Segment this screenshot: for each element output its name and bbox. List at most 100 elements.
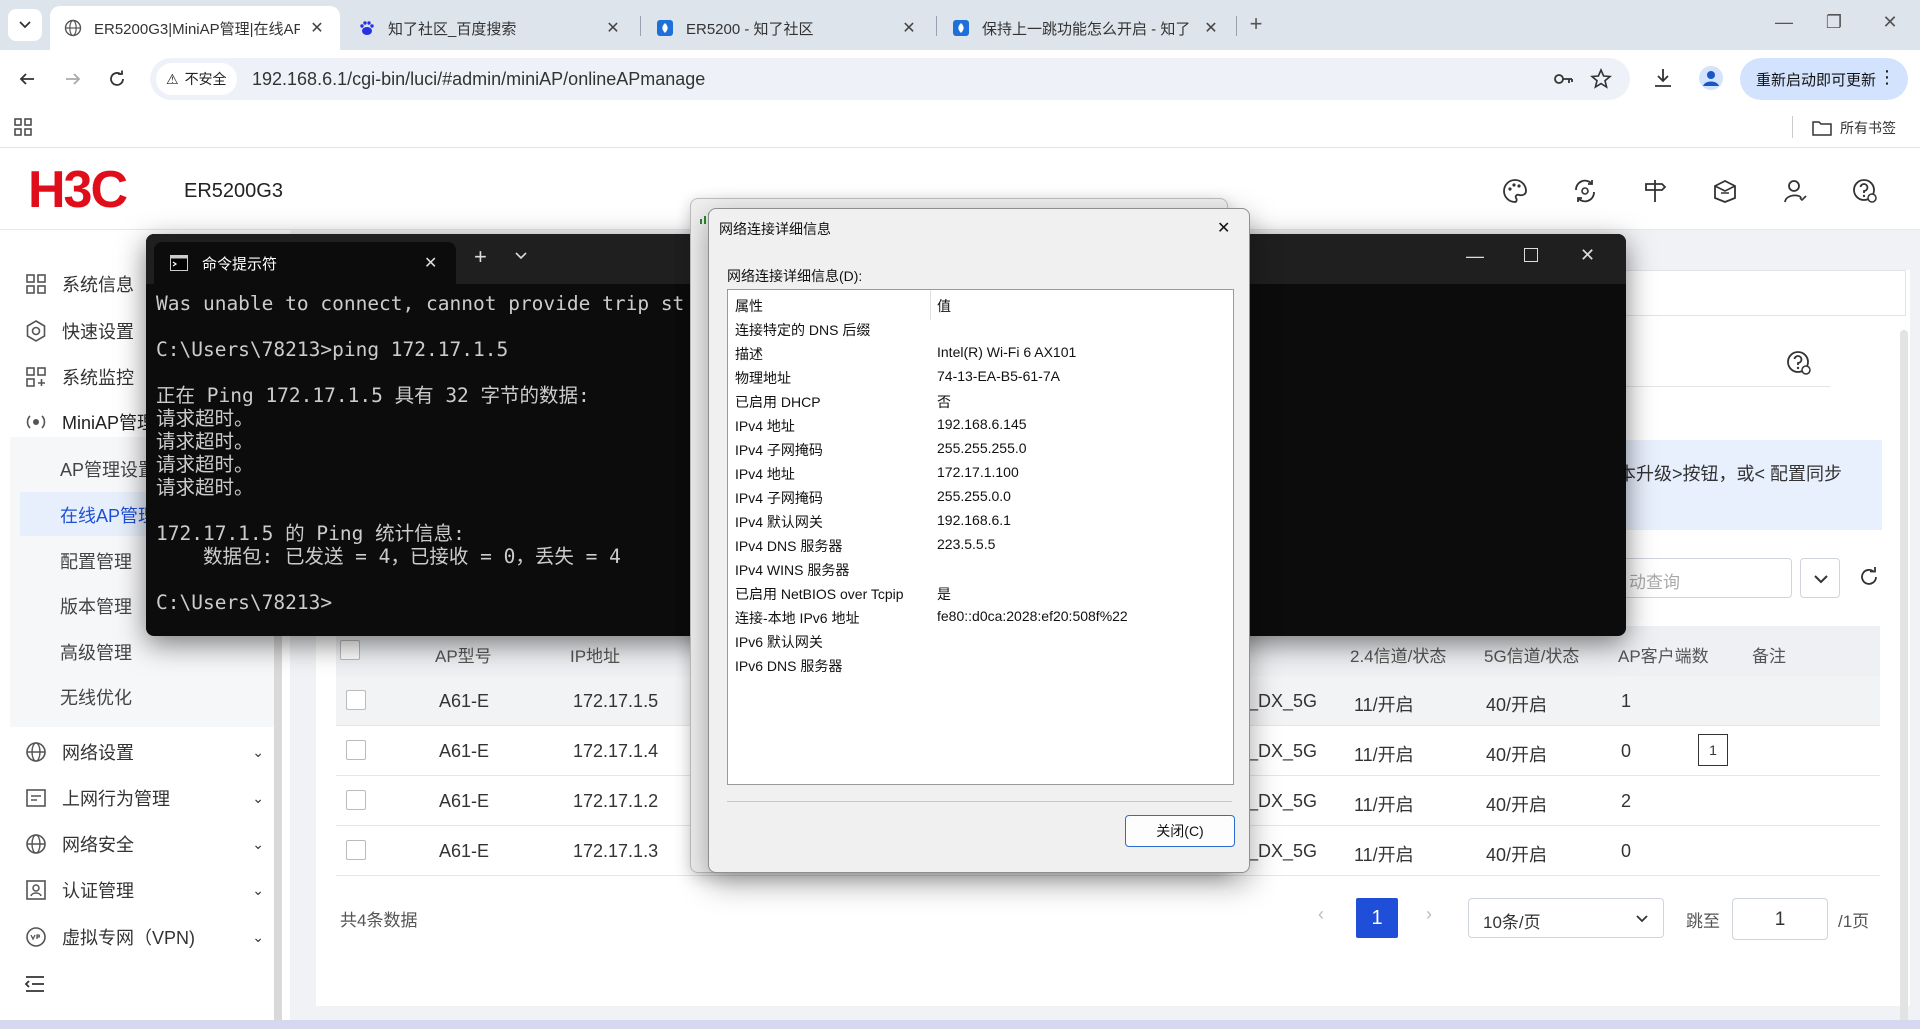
package-icon[interactable] — [1712, 178, 1738, 204]
notice-text: 本升级>按钮，或< 配置同步 — [1618, 464, 1843, 484]
chevron-down-icon: ⌄ — [252, 789, 264, 806]
cmd-output[interactable]: Was unable to connect, cannot provide tr… — [156, 292, 684, 614]
browser-tab[interactable]: 知了社区_百度搜索 ✕ — [344, 6, 636, 50]
detail-value: 172.17.1.100 — [937, 464, 1019, 480]
close-icon[interactable]: ✕ — [900, 18, 918, 38]
restore-icon[interactable]: ❐ — [1814, 12, 1854, 33]
page-size-select[interactable]: 10条/页 — [1468, 898, 1664, 938]
back-icon[interactable] — [14, 66, 40, 92]
sidebar-item-network[interactable]: 网络设置 ⌄ — [24, 732, 264, 772]
network-details-dialog[interactable]: 网络连接详细信息 ✕ 网络连接详细信息(D): 属性 值 连接特定的 DNS 后… — [708, 208, 1250, 873]
terminal-icon — [170, 255, 188, 271]
cell-clients: 0 — [1621, 841, 1632, 861]
cell-clients: 1 — [1621, 691, 1632, 711]
jump-page-input[interactable]: 1 — [1732, 898, 1828, 940]
submenu-item-online-ap[interactable]: 在线AP管理 — [60, 502, 156, 528]
column-value[interactable]: 值 — [937, 296, 951, 316]
cmd-tab[interactable]: 命令提示符 ✕ — [154, 242, 456, 284]
user-icon[interactable] — [1782, 178, 1808, 204]
update-button[interactable]: 重新启动即可更新 ⋮ — [1740, 58, 1908, 100]
detail-property: 连接特定的 DNS 后缀 — [735, 322, 871, 338]
sidebar-item-vpn[interactable]: 虚拟专网（VPN) ⌄ — [24, 917, 264, 957]
forward-icon[interactable] — [60, 66, 86, 92]
apps-grid-icon[interactable] — [14, 118, 32, 136]
all-bookmarks[interactable]: 所有书签 — [1812, 118, 1896, 138]
submenu-item-wireless-opt[interactable]: 无线优化 — [60, 684, 132, 710]
search-input[interactable]: 动查询 — [1616, 558, 1792, 598]
help-icon[interactable] — [1852, 178, 1878, 204]
close-icon[interactable]: ✕ — [1217, 218, 1230, 238]
close-button[interactable]: 关闭(C) — [1125, 815, 1235, 847]
password-key-icon[interactable] — [1552, 68, 1574, 90]
chevron-down-icon[interactable] — [514, 249, 528, 263]
col-ip: IP地址 — [570, 647, 621, 666]
close-icon[interactable]: ✕ — [604, 18, 622, 38]
sidebar-item-security[interactable]: 网络安全 ⌄ — [24, 824, 264, 864]
browser-tab-active[interactable]: ER5200G3|MiniAP管理|在线AP ✕ — [50, 6, 340, 50]
submenu-item-ap-settings[interactable]: AP管理设置 — [60, 456, 156, 482]
bookmarks-label: 所有书签 — [1840, 120, 1896, 136]
new-tab-icon[interactable]: + — [474, 244, 487, 270]
column-property[interactable]: 属性 — [735, 296, 763, 316]
detail-property: IPv4 子网掩码 — [735, 442, 823, 458]
browser-tab[interactable]: 保持上一跳功能怎么开启 - 知了 ✕ — [938, 6, 1234, 50]
detail-value: 223.5.5.5 — [937, 536, 996, 552]
row-checkbox[interactable] — [346, 690, 366, 710]
palette-icon[interactable] — [1502, 178, 1528, 204]
tab-search-button[interactable] — [8, 9, 42, 41]
cell-24g: 11/开启 — [1354, 845, 1414, 865]
row-checkbox[interactable] — [346, 740, 366, 760]
row-checkbox[interactable] — [346, 790, 366, 810]
close-window-icon[interactable]: ✕ — [1870, 12, 1910, 33]
new-tab-button[interactable]: + — [1236, 11, 1276, 37]
cell-ssid: r_DX_5G — [1242, 691, 1318, 711]
details-list[interactable]: 属性 值 连接特定的 DNS 后缀 描述 Intel(R) Wi-Fi 6 AX10… — [727, 289, 1234, 785]
profile-icon[interactable] — [1698, 65, 1724, 91]
tab-title: ER5200G3|MiniAP管理|在线AP — [94, 20, 300, 38]
submenu-item-version[interactable]: 版本管理 — [60, 593, 132, 619]
submenu-item-advanced[interactable]: 高级管理 — [60, 639, 132, 665]
main-scrollbar[interactable] — [1900, 330, 1908, 1029]
warning-icon: ⚠ — [166, 70, 179, 87]
minimize-icon[interactable]: — — [1764, 12, 1804, 33]
cmd-line — [156, 361, 684, 384]
close-window-icon[interactable]: ✕ — [1580, 245, 1595, 266]
browser-tab[interactable]: ER5200 - 知了社区 ✕ — [642, 6, 932, 50]
star-icon[interactable] — [1590, 68, 1612, 90]
cmd-line: 请求超时。 — [156, 430, 254, 453]
vpn-icon — [26, 927, 46, 947]
reload-icon[interactable] — [104, 66, 130, 92]
cmd-line: 请求超时。 — [156, 407, 254, 430]
cell-model: A61-E — [439, 841, 490, 861]
note-tooltip-box: 1 — [1698, 734, 1728, 766]
sidebar-item-auth[interactable]: 认证管理 ⌄ — [24, 870, 264, 910]
page-button-current[interactable]: 1 — [1356, 898, 1398, 938]
bookmarks-bar: 所有书签 — [0, 108, 1920, 148]
cell-model: A61-E — [439, 741, 490, 761]
cell-5g: 40/开启 — [1486, 845, 1548, 865]
help-icon[interactable] — [1786, 350, 1812, 376]
select-all-checkbox[interactable] — [340, 640, 360, 660]
dialog-separator — [727, 801, 1232, 802]
submenu-item-config[interactable]: 配置管理 — [60, 548, 132, 574]
maximize-icon[interactable] — [1524, 248, 1538, 262]
close-icon[interactable]: ✕ — [1202, 18, 1220, 38]
close-icon[interactable]: ✕ — [424, 253, 437, 273]
page-size-value: 10条/页 — [1483, 913, 1541, 932]
detail-property: IPv4 默认网关 — [735, 514, 823, 530]
minimize-icon[interactable]: — — [1466, 246, 1484, 267]
download-icon[interactable] — [1652, 67, 1674, 89]
prev-page-icon[interactable]: ‹ — [1318, 904, 1324, 925]
sync-icon[interactable] — [1572, 178, 1598, 204]
collapse-menu-icon[interactable] — [24, 974, 46, 994]
signpost-icon[interactable] — [1642, 178, 1668, 204]
next-page-icon[interactable]: › — [1426, 904, 1432, 925]
url-text[interactable]: 192.168.6.1/cgi-bin/luci/#admin/miniAP/o… — [252, 69, 705, 90]
security-chip[interactable]: ⚠ 不安全 — [156, 63, 237, 95]
address-bar[interactable]: ⚠ 不安全 192.168.6.1/cgi-bin/luci/#admin/mi… — [150, 58, 1630, 100]
search-dropdown[interactable] — [1800, 558, 1840, 598]
refresh-icon[interactable] — [1858, 566, 1880, 588]
sidebar-item-behavior[interactable]: 上网行为管理 ⌄ — [24, 778, 264, 818]
close-icon[interactable]: ✕ — [308, 18, 326, 38]
row-checkbox[interactable] — [346, 840, 366, 860]
